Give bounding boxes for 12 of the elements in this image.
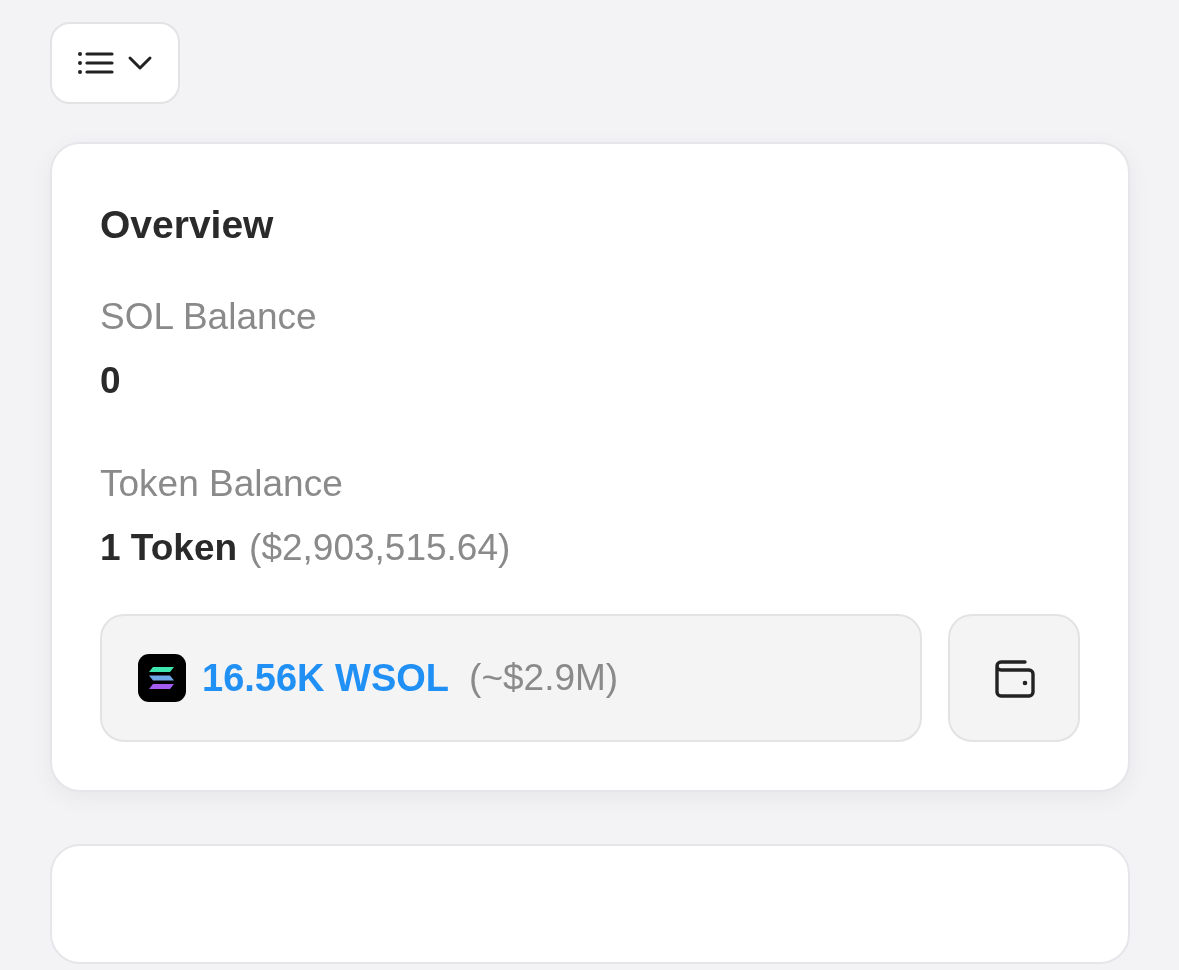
sol-balance-value: 0 <box>100 359 121 404</box>
token-logo-icon <box>138 654 186 703</box>
token-balance-label: Token Balance <box>100 461 344 506</box>
view-menu-button[interactable] <box>50 22 180 104</box>
chevron-down-icon <box>127 55 153 71</box>
wallet-button[interactable] <box>948 614 1080 743</box>
sol-balance-label: SOL Balance <box>100 294 318 339</box>
token-holding-button[interactable]: 16.56K WSOL (~$2.9M) <box>100 614 922 743</box>
token-balance-value: 1 Token <box>100 525 238 570</box>
card-title: Overview <box>100 202 275 248</box>
token-balance-usd: ($2,903,515.64) <box>249 526 511 569</box>
list-icon <box>77 50 115 76</box>
